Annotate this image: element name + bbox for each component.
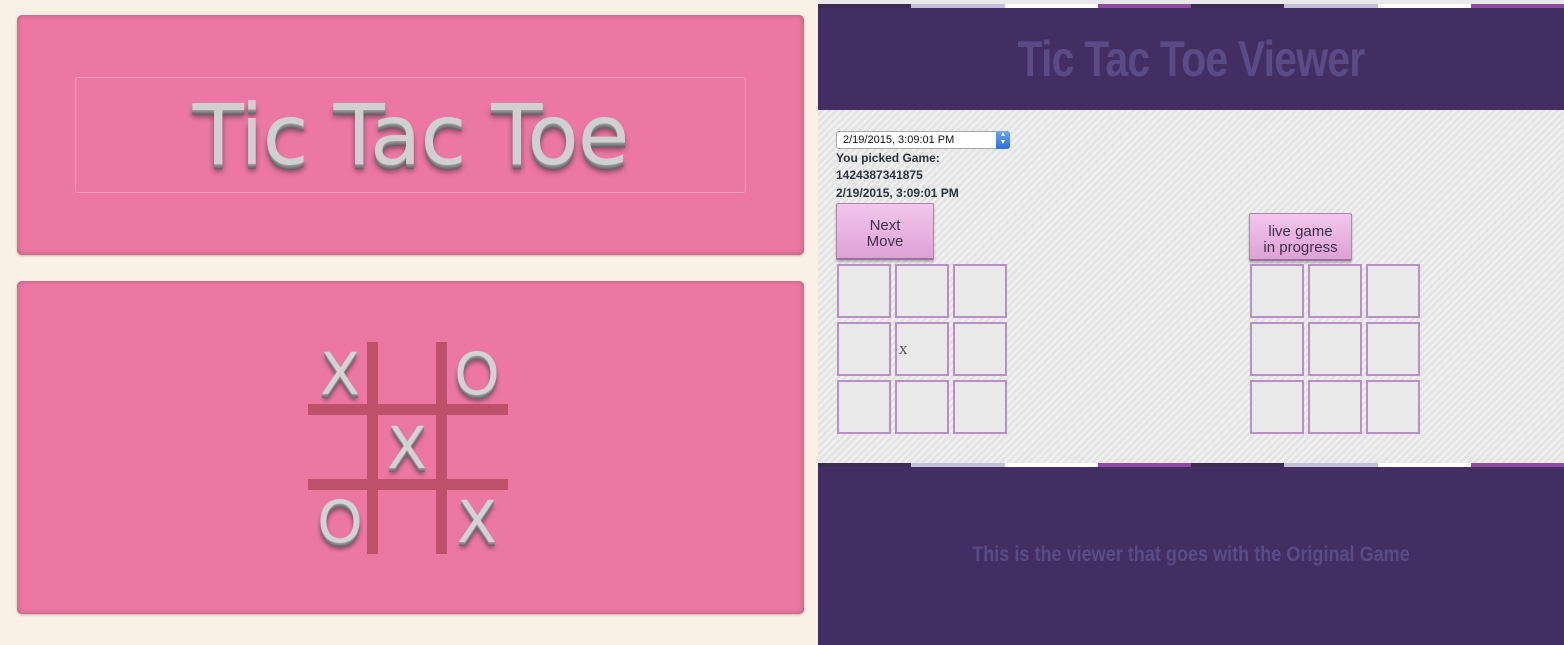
replay-cell-3[interactable]	[953, 264, 1007, 318]
live-game-button[interactable]: live game in progress	[1249, 213, 1352, 261]
game-select-value: 2/19/2015, 3:09:01 PM	[843, 134, 955, 146]
live-cell-1[interactable]	[1250, 264, 1304, 318]
replay-cell-7[interactable]	[837, 380, 891, 434]
select-arrows-icon: ▲ ▼	[996, 131, 1010, 149]
footer-text: This is the viewer that goes with the Or…	[972, 543, 1410, 566]
replay-cell-4[interactable]	[837, 322, 891, 376]
game-select[interactable]: 2/19/2015, 3:09:01 PM ▲ ▼	[836, 131, 1010, 149]
live-cell-8[interactable]	[1308, 380, 1362, 434]
board-cell-4[interactable]	[308, 416, 372, 480]
game-board: X O X O X	[308, 342, 508, 554]
title-frame: Tic Tac Toe	[75, 77, 746, 193]
next-move-button[interactable]: Next Move	[836, 203, 934, 260]
board-cell-9[interactable]: X	[445, 490, 509, 554]
live-cell-7[interactable]	[1250, 380, 1304, 434]
replay-cell-8[interactable]	[895, 380, 949, 434]
title-card: Tic Tac Toe	[17, 15, 804, 255]
viewer-body: 2/19/2015, 3:09:01 PM ▲ ▼ You picked Game…	[818, 110, 1564, 463]
picked-game-date: 2/19/2015, 3:09:01 PM	[836, 186, 959, 200]
next-move-label-1: Next	[869, 217, 901, 234]
viewer-footer: This is the viewer that goes with the Or…	[818, 467, 1564, 645]
live-game-label-1: live game	[1268, 223, 1333, 240]
live-game-label-2: in progress	[1263, 239, 1338, 256]
board-cell-2[interactable]	[375, 342, 439, 406]
board-cell-6[interactable]	[445, 416, 509, 480]
live-cell-2[interactable]	[1308, 264, 1362, 318]
live-cell-4[interactable]	[1250, 322, 1304, 376]
board-cell-3[interactable]: O	[445, 342, 509, 406]
board-card: X O X O X	[17, 281, 804, 614]
board-cell-8[interactable]	[375, 490, 439, 554]
replay-cell-2[interactable]	[895, 264, 949, 318]
board-cell-1[interactable]: X	[308, 342, 372, 406]
live-cell-5[interactable]	[1308, 322, 1362, 376]
replay-cell-1[interactable]	[837, 264, 891, 318]
replay-cell-5[interactable]: x	[895, 322, 949, 376]
game-pane: Tic Tac Toe X O X O X	[0, 0, 818, 645]
replay-cell-9[interactable]	[953, 380, 1007, 434]
viewer-pane: Tic Tac Toe Viewer 2/19/2015, 3:09:01 PM…	[818, 0, 1564, 645]
game-title: Tic Tac Toe	[192, 86, 630, 184]
replay-cell-6[interactable]	[953, 322, 1007, 376]
next-move-label-2: Move	[866, 233, 904, 250]
live-board	[1250, 264, 1424, 438]
board-cell-7[interactable]: O	[308, 490, 372, 554]
board-cell-5[interactable]: X	[375, 416, 439, 480]
viewer-title: Tic Tac Toe Viewer	[1017, 31, 1366, 87]
replay-board: x	[837, 264, 1011, 438]
viewer-header: Tic Tac Toe Viewer	[818, 8, 1564, 110]
live-cell-3[interactable]	[1366, 264, 1420, 318]
picked-game-id: 1424387341875	[836, 168, 923, 182]
live-cell-9[interactable]	[1366, 380, 1420, 434]
picked-label: You picked Game:	[836, 151, 940, 165]
live-cell-6[interactable]	[1366, 322, 1420, 376]
